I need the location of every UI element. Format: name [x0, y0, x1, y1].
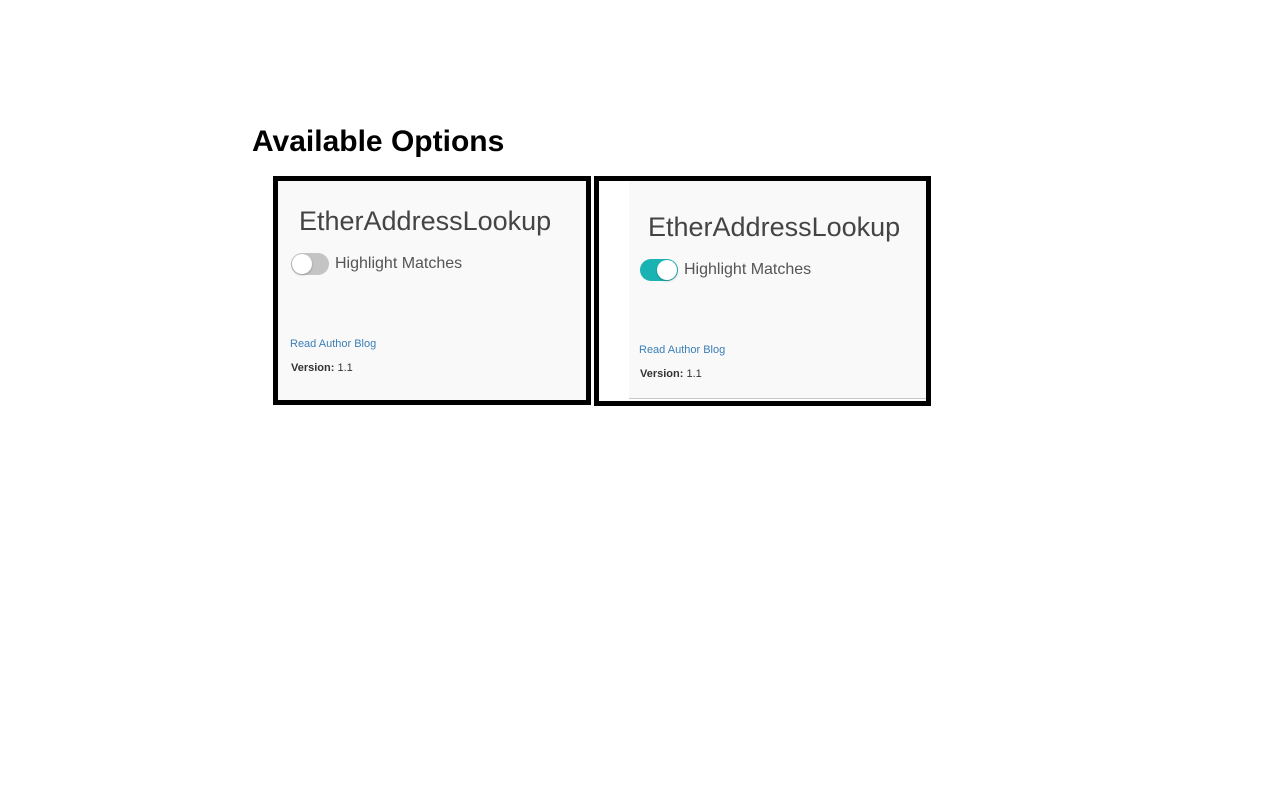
options-panel-content: EtherAddressLookup Highlight Matches Rea…: [629, 181, 926, 399]
toggle-knob: [657, 260, 677, 280]
version-value: 1.1: [337, 362, 353, 374]
highlight-matches-label: Highlight Matches: [335, 255, 463, 272]
version-key: Version:: [291, 362, 335, 374]
read-author-blog-link[interactable]: Read Author Blog: [639, 344, 725, 356]
version-info: Version: 1.1: [640, 368, 702, 380]
read-author-blog-link[interactable]: Read Author Blog: [290, 338, 376, 350]
options-panel-off: EtherAddressLookup Highlight Matches Rea…: [273, 176, 591, 405]
highlight-matches-toggle[interactable]: [291, 253, 329, 275]
app-title: EtherAddressLookup: [299, 206, 552, 236]
highlight-matches-label: Highlight Matches: [684, 261, 812, 278]
highlight-matches-toggle[interactable]: [640, 259, 678, 281]
options-panel-content: EtherAddressLookup Highlight Matches Rea…: [278, 181, 586, 400]
options-panel-on: EtherAddressLookup Highlight Matches Rea…: [594, 176, 931, 406]
highlight-toggle-row[interactable]: Highlight Matches: [291, 252, 462, 276]
version-info: Version: 1.1: [291, 362, 353, 374]
version-value: 1.1: [686, 368, 702, 380]
page-heading: Available Options: [252, 125, 505, 158]
version-key: Version:: [640, 368, 684, 380]
app-title: EtherAddressLookup: [648, 212, 901, 242]
highlight-toggle-row[interactable]: Highlight Matches: [640, 258, 811, 282]
toggle-knob: [292, 254, 312, 274]
